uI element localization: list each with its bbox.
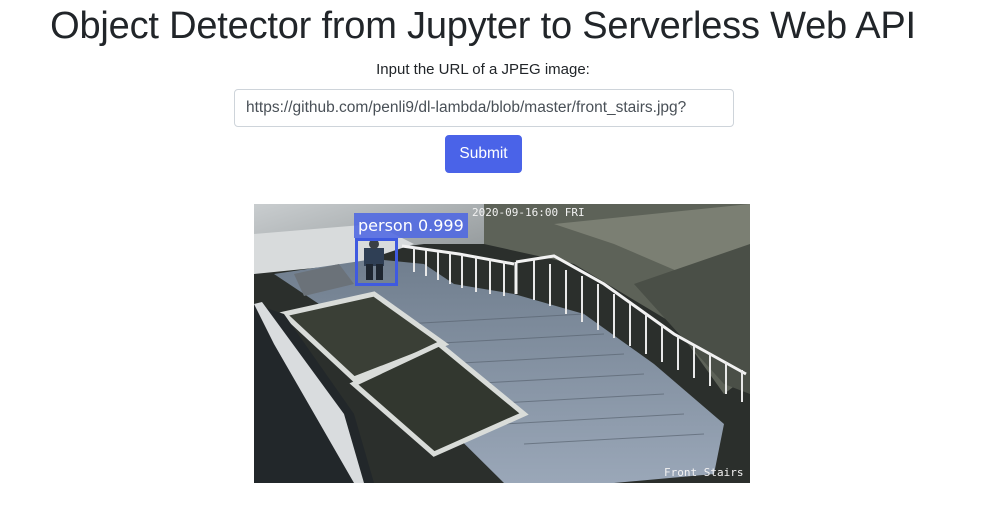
image-url-input[interactable] [234,89,734,127]
camera-timestamp: 2020-09-16:00 FRI [472,206,585,219]
front-stairs-scene: 2020-09-16:00 FRI Front Stairs [254,204,750,483]
url-prompt-label: Input the URL of a JPEG image: [376,61,590,78]
person-bounding-box [355,238,398,286]
detection-result-image: 2020-09-16:00 FRI Front Stairs person 0.… [254,204,750,483]
object-detector-page: Object Detector from Jupyter to Serverle… [0,0,992,517]
submit-button[interactable]: Submit [445,135,522,173]
camera-name: Front Stairs [664,466,743,479]
detection-label: person 0.999 [354,213,468,238]
detection-score: 0.999 [417,216,464,235]
detection-class: person [358,216,413,235]
page-title: Object Detector from Jupyter to Serverle… [50,5,916,47]
